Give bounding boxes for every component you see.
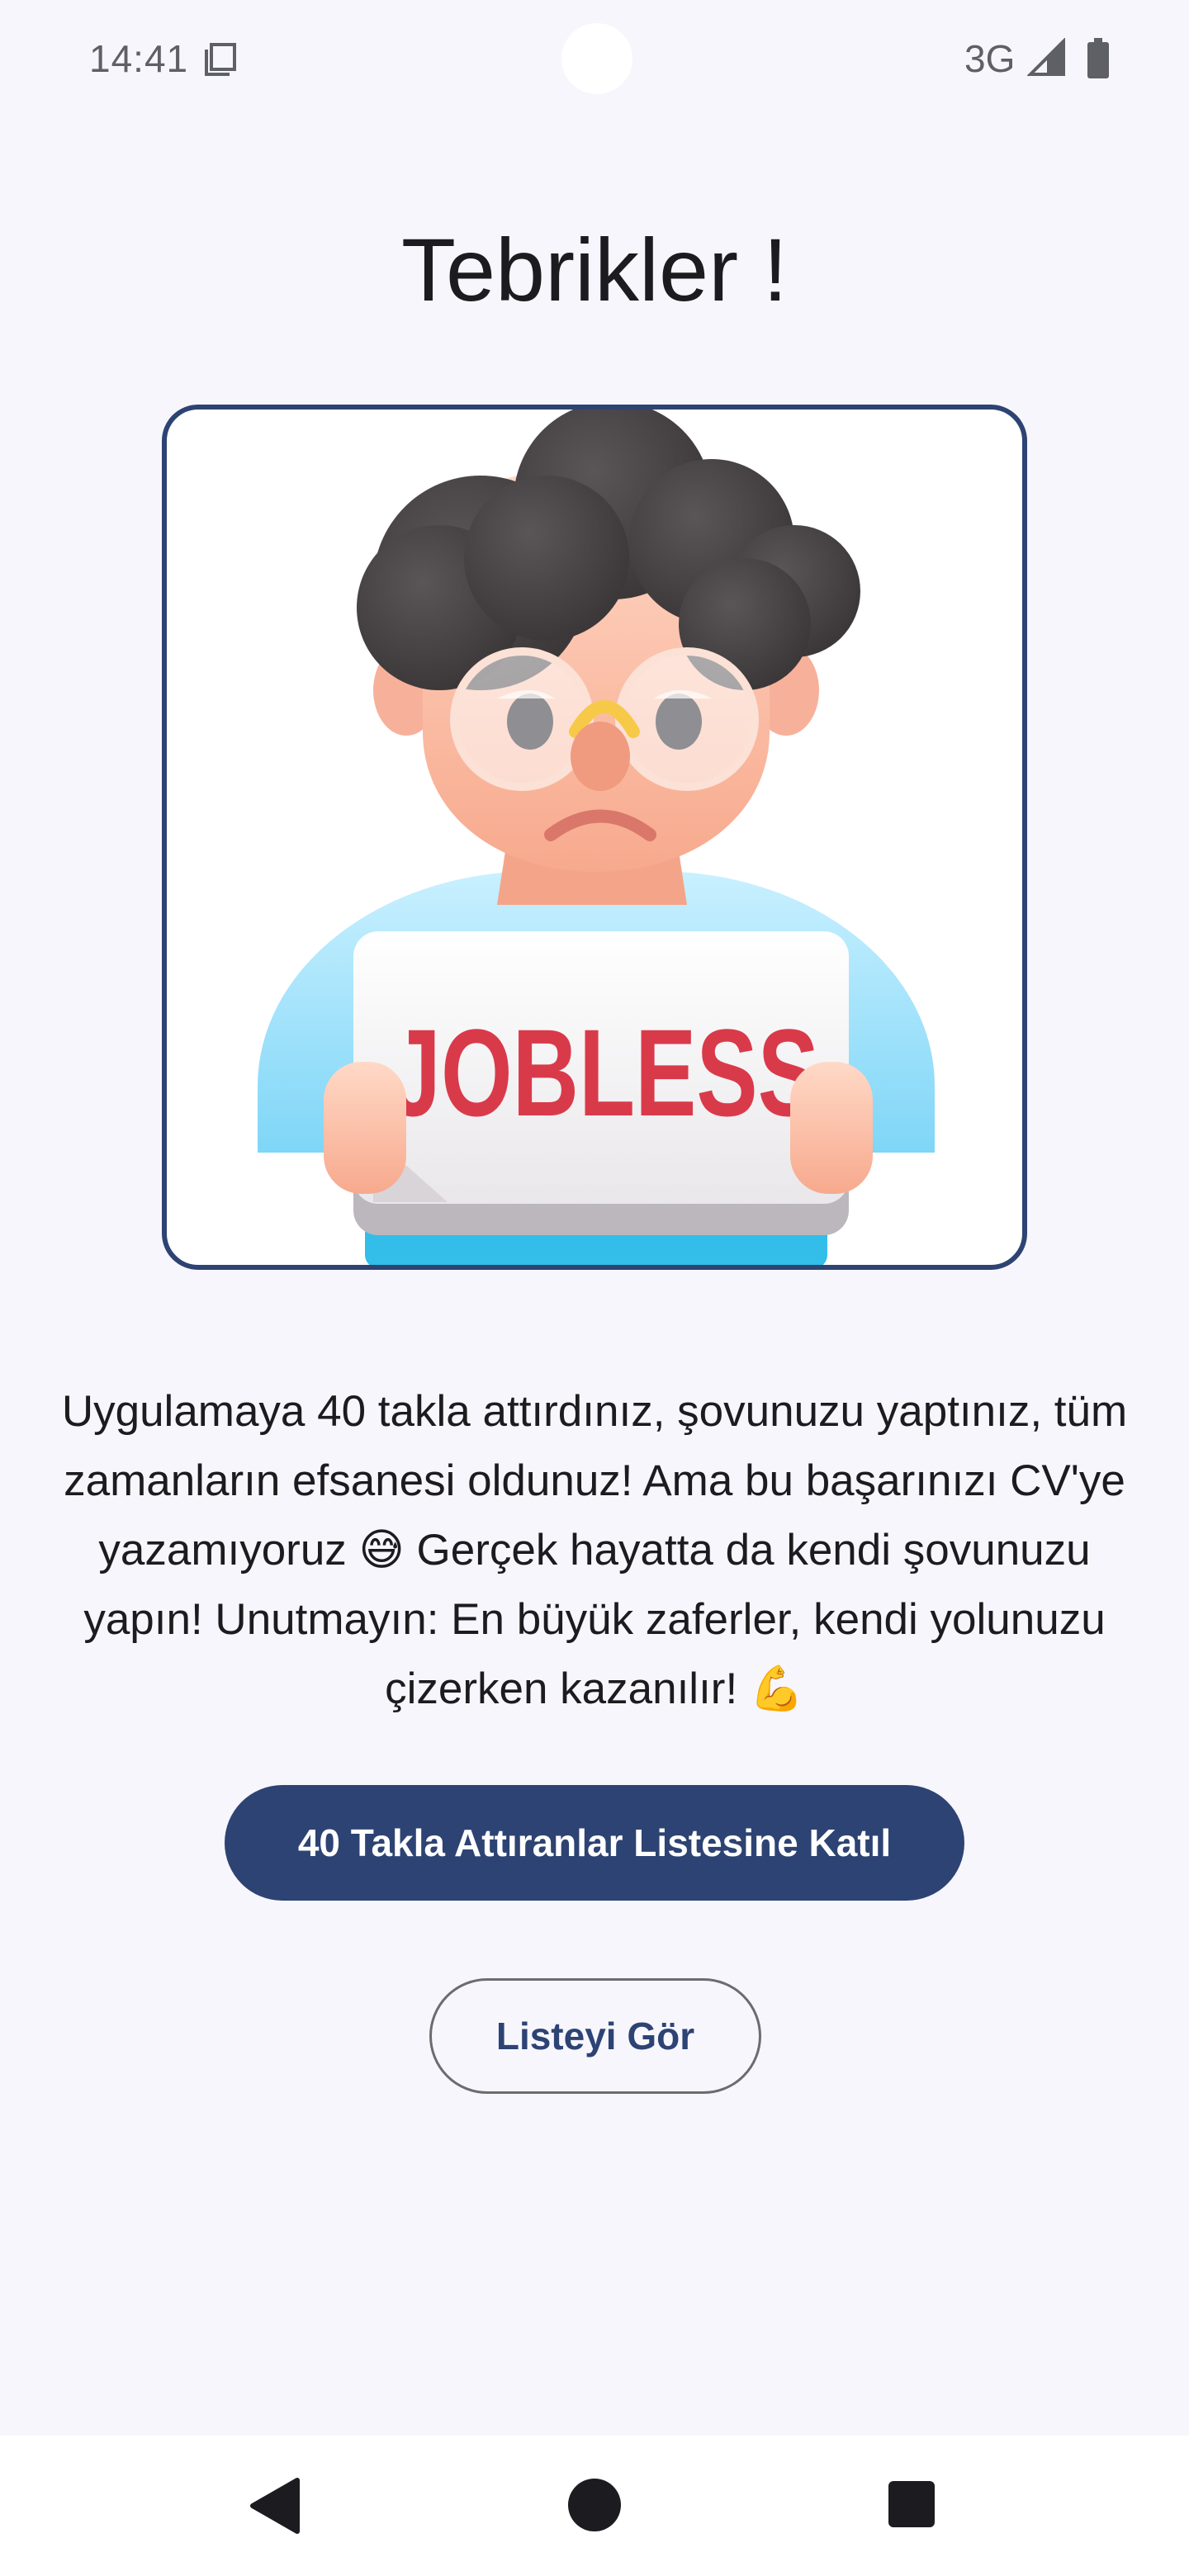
jobless-character-illustration: JOBLESS bbox=[258, 410, 935, 1265]
congratulations-message: Uygulamaya 40 takla attırdınız, şovunuzu… bbox=[61, 1387, 1128, 1713]
battery-icon bbox=[1087, 38, 1109, 78]
sd-card-icon bbox=[205, 43, 236, 76]
page-title: Tebrikler ! bbox=[400, 220, 789, 320]
network-type: 3G bbox=[964, 37, 1016, 80]
status-bar: 14:41 3G bbox=[0, 0, 1189, 124]
view-list-button[interactable]: Listeyi Gör bbox=[429, 1978, 761, 2094]
illustration-card: JOBLESS bbox=[162, 405, 1027, 1270]
home-icon[interactable] bbox=[568, 2479, 621, 2531]
status-time: 14:41 bbox=[89, 37, 189, 80]
navigation-bar bbox=[0, 2436, 1189, 2576]
recents-icon[interactable] bbox=[888, 2481, 935, 2527]
join-list-button[interactable]: 40 Takla Attıranlar Listesine Katıl bbox=[225, 1785, 964, 1901]
back-icon[interactable] bbox=[248, 2477, 302, 2535]
signal-icon bbox=[1027, 38, 1065, 76]
jobless-sign-text: JOBLESS bbox=[390, 1003, 819, 1142]
camera-cutout bbox=[561, 23, 632, 94]
